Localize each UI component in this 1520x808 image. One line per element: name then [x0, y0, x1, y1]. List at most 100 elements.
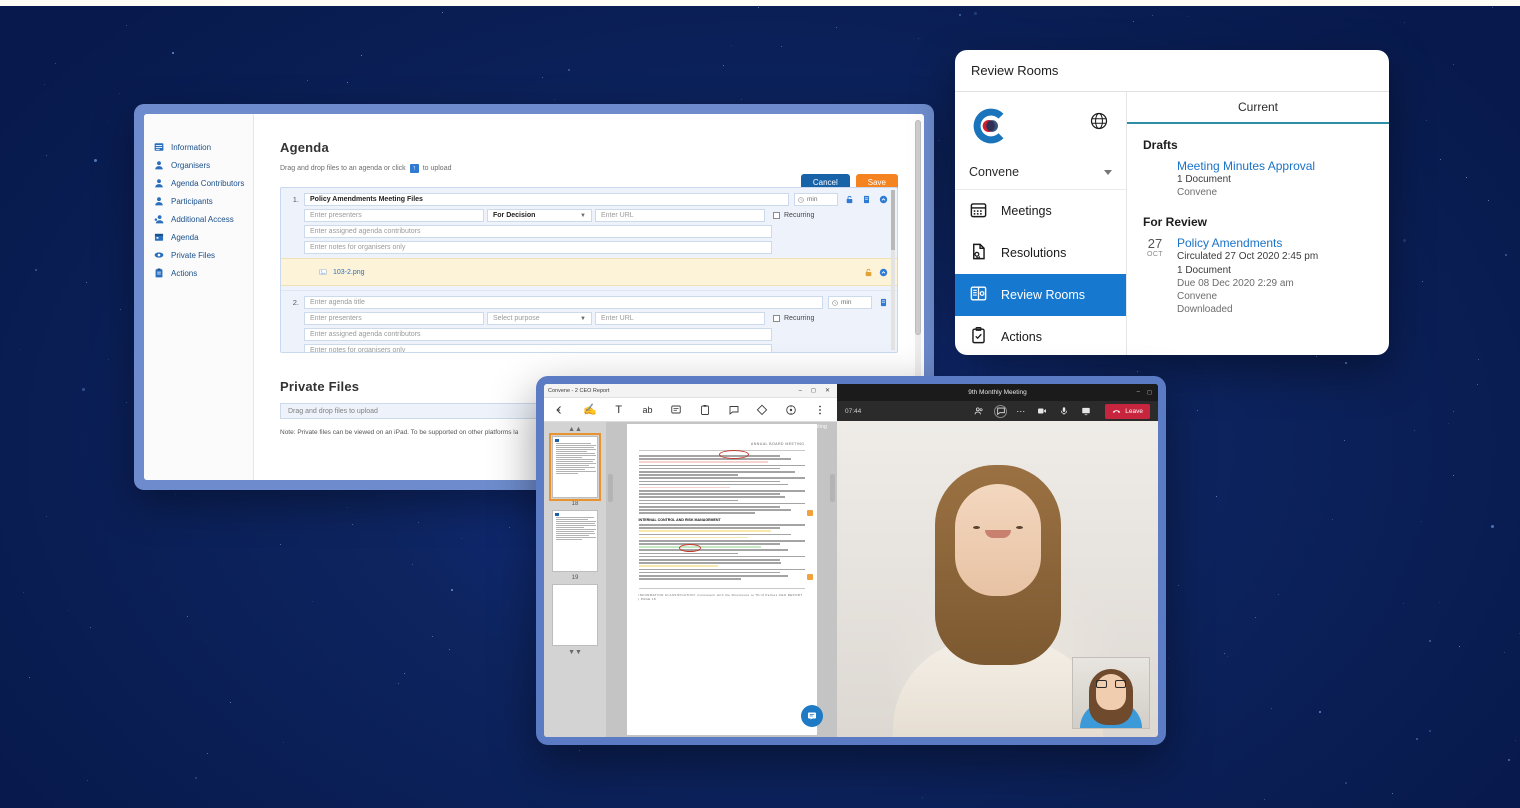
review-rooms-body: Convene Meetings Resolutions Review Room…	[955, 92, 1389, 355]
note-icon[interactable]	[662, 399, 691, 421]
annotation-note-icon[interactable]	[807, 574, 813, 580]
more-icon[interactable]	[805, 399, 834, 421]
agenda-item-row-details: Enter presenters Select purpose ▼ Enter …	[289, 312, 889, 325]
purpose-select[interactable]: Select purpose ▼	[487, 312, 592, 325]
maximize-icon[interactable]: ◻	[1147, 389, 1152, 396]
sidebar-item-agenda-contributors[interactable]: Agenda Contributors	[144, 174, 253, 192]
page-thumbnail[interactable]	[552, 436, 598, 498]
agenda-list-scrollbar[interactable]	[891, 190, 895, 350]
attached-file-row[interactable]: 103-2.png	[281, 258, 897, 286]
camera-icon[interactable]	[1035, 405, 1048, 418]
sidebar-item-meetings[interactable]: Meetings	[955, 190, 1126, 232]
maximize-icon[interactable]: ◻	[811, 387, 816, 394]
more-icon[interactable]: ⋯	[1016, 406, 1026, 417]
attach-file-icon[interactable]	[877, 296, 889, 309]
page-thumbnails-panel[interactable]: ▲▲ 18	[544, 422, 606, 737]
sidebar-item-label: Agenda Contributors	[171, 179, 244, 188]
document-page[interactable]: ANNUAL BOARD MEETING	[627, 424, 817, 735]
lock-icon[interactable]	[843, 193, 855, 206]
glasses-icon	[1096, 680, 1126, 688]
sidebar-item-participants[interactable]: Participants	[144, 192, 253, 210]
page-thumbnail[interactable]	[552, 584, 598, 646]
share-screen-icon[interactable]	[1079, 405, 1092, 418]
sidebar-item-actions[interactable]: Actions	[144, 264, 253, 282]
scroll-down-icon[interactable]: ▼▼	[568, 649, 582, 656]
text-tool-icon[interactable]: T	[604, 399, 633, 421]
agenda-duration-input[interactable]: min	[828, 296, 872, 309]
close-icon[interactable]: ✕	[825, 387, 830, 394]
url-input[interactable]: Enter URL	[595, 312, 765, 325]
sidebar-item-resolutions[interactable]: Resolutions	[955, 232, 1126, 274]
entry-title-link[interactable]: Policy Amendments	[1177, 236, 1318, 250]
url-input[interactable]: Enter URL	[595, 209, 765, 222]
agenda-contributors-input[interactable]: Enter assigned agenda contributors	[304, 328, 772, 341]
globe-icon[interactable]	[1090, 112, 1108, 130]
sidebar-item-private-files[interactable]: Private Files	[144, 246, 253, 264]
org-switcher[interactable]: Convene	[955, 161, 1126, 190]
tab-current[interactable]: Current	[1127, 92, 1389, 124]
purpose-select[interactable]: For Decision ▼	[487, 209, 592, 222]
sidebar-item-organisers[interactable]: Organisers	[144, 156, 253, 174]
agenda-contributors-input[interactable]: Enter assigned agenda contributors	[304, 225, 772, 238]
upload-icon[interactable]: ↑	[410, 164, 419, 173]
annotation-note-icon[interactable]	[807, 510, 813, 516]
scroll-up-icon[interactable]: ▲▲	[568, 426, 582, 433]
lock-icon[interactable]	[862, 266, 874, 279]
minimize-icon[interactable]: –	[1137, 389, 1140, 396]
right-panel-handle[interactable]	[830, 474, 835, 502]
agenda-contributors-row: Enter assigned agenda contributors	[289, 328, 889, 341]
list-item[interactable]: 27 OCT Policy Amendments Circulated 27 O…	[1127, 233, 1389, 326]
document-page-footer: INFORMATION CLASSIFICATION: Consistent w…	[639, 593, 805, 601]
review-rooms-icon	[969, 284, 988, 306]
recurring-checkbox-group[interactable]: Recurring	[773, 209, 814, 222]
left-panel-handle[interactable]	[608, 474, 613, 502]
attached-file-name[interactable]: 103-2.png	[333, 269, 365, 276]
video-call-controls-bar: 07:44 ⋯ Leave	[837, 401, 1158, 421]
recurring-checkbox-group[interactable]: Recurring	[773, 312, 814, 325]
entry-title-link[interactable]: Meeting Minutes Approval	[1177, 159, 1315, 173]
annotation-fab-button[interactable]	[801, 705, 823, 727]
stamp-icon[interactable]	[777, 399, 806, 421]
sidebar-item-review-rooms[interactable]: Review Rooms	[955, 274, 1126, 316]
presenters-input[interactable]: Enter presenters	[304, 209, 484, 222]
highlight-tool-icon[interactable]: ab	[633, 399, 662, 421]
recurring-checkbox[interactable]	[773, 315, 780, 322]
leave-call-button[interactable]: Leave	[1105, 404, 1150, 419]
back-icon[interactable]	[547, 399, 576, 421]
sidebar-item-additional-access[interactable]: Additional Access	[144, 210, 253, 228]
convene-logo-icon	[969, 135, 1013, 152]
participants-icon[interactable]	[972, 405, 985, 418]
comment-icon[interactable]	[719, 399, 748, 421]
window-controls: – ◻ ✕	[799, 387, 833, 394]
agenda-duration-unit: min	[841, 299, 851, 306]
agenda-title-input[interactable]: Policy Amendments Meeting Files	[304, 193, 789, 206]
sidebar-item-label: Agenda	[171, 233, 199, 242]
agenda-list-scroll-thumb[interactable]	[891, 190, 895, 250]
list-item[interactable]: Meeting Minutes Approval 1 Document Conv…	[1127, 156, 1389, 209]
sidebar-item-actions[interactable]: Actions	[955, 316, 1126, 355]
minimize-icon[interactable]: –	[799, 388, 802, 394]
page-thumbnail[interactable]	[552, 510, 598, 572]
recurring-checkbox[interactable]	[773, 212, 780, 219]
collapse-toggle-icon[interactable]	[877, 266, 889, 279]
agenda-notes-row: Enter notes for organisers only	[289, 344, 889, 353]
chat-icon[interactable]	[994, 405, 1007, 418]
presenters-input[interactable]: Enter presenters	[304, 312, 484, 325]
sidebar-item-information[interactable]: Information	[144, 138, 253, 156]
organiser-notes-input[interactable]: Enter notes for organisers only	[304, 344, 772, 353]
information-icon	[154, 142, 164, 152]
entry-date: 27 OCT	[1143, 236, 1167, 316]
agenda-duration-input[interactable]: min	[794, 193, 838, 206]
clipboard-icon[interactable]	[691, 399, 720, 421]
organiser-notes-input[interactable]: Enter notes for organisers only	[304, 241, 772, 254]
agenda-title-input[interactable]: Enter agenda title	[304, 296, 823, 309]
collapse-toggle-icon[interactable]	[877, 193, 889, 206]
annotate-pen-icon[interactable]: ✍	[576, 399, 605, 421]
leave-call-label: Leave	[1125, 408, 1143, 415]
participant-thumbnail-video[interactable]	[1072, 657, 1150, 729]
sidebar-item-agenda[interactable]: Agenda	[144, 228, 253, 246]
microphone-icon[interactable]	[1057, 405, 1070, 418]
shape-icon[interactable]	[748, 399, 777, 421]
attach-file-icon[interactable]	[860, 193, 872, 206]
window-scroll-thumb[interactable]	[915, 120, 921, 335]
